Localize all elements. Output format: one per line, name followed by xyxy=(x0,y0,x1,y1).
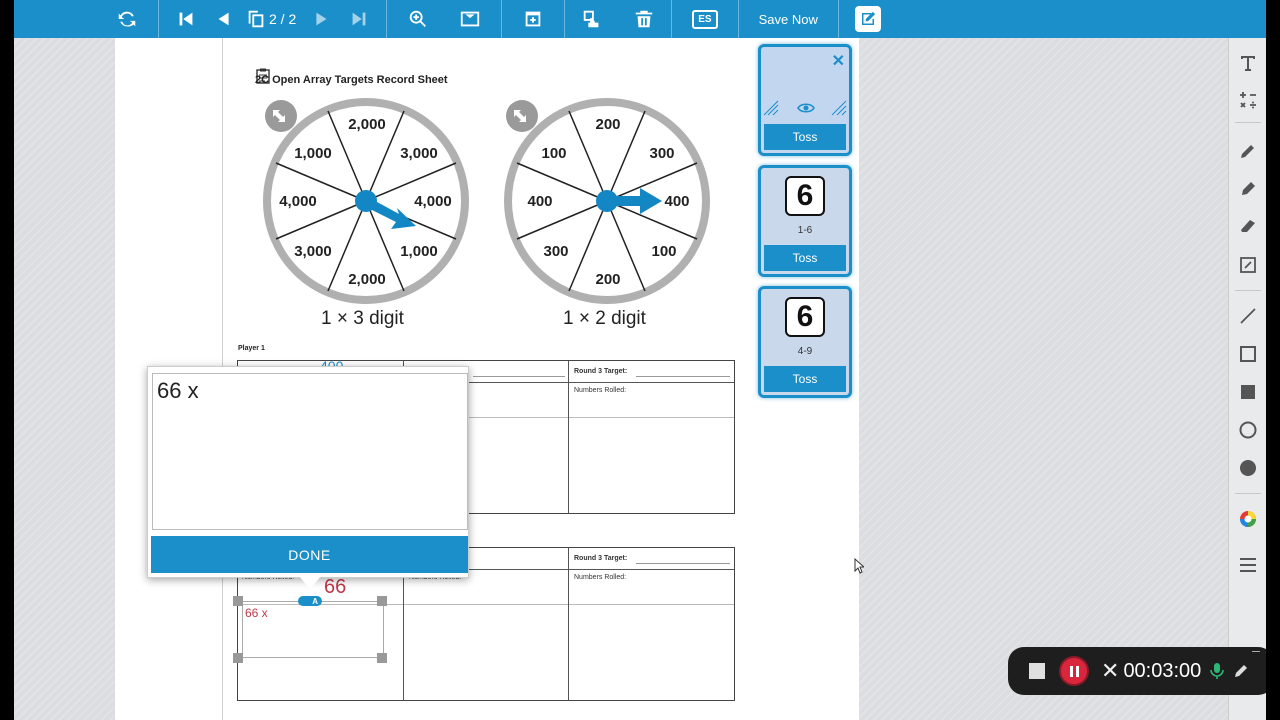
mouse-cursor-icon xyxy=(854,558,864,574)
page-nav-group: 2 / 2 xyxy=(159,0,388,38)
cancel-recording-icon[interactable]: ✕ xyxy=(1101,658,1119,684)
last-page-icon[interactable] xyxy=(340,0,378,38)
spinner-2-two-digit[interactable]: 200 300 400 100 200 300 400 100 xyxy=(502,96,712,306)
spinner-1-label: 1 × 3 digit xyxy=(321,308,404,329)
duplicate-icon[interactable] xyxy=(573,0,611,38)
line-tool-icon[interactable] xyxy=(1229,301,1266,331)
numbers-rolled-label: Numbers Rolled: xyxy=(574,387,627,394)
die-range-label: 4-9 xyxy=(797,346,813,357)
refresh-group xyxy=(14,0,159,38)
note-tool-icon[interactable] xyxy=(1229,250,1266,280)
annotation-badge-letter: A xyxy=(312,596,318,606)
resize-handle[interactable] xyxy=(377,596,387,606)
circle-outline-tool-icon[interactable] xyxy=(1229,415,1266,445)
spinner1-value: 2,000 xyxy=(348,116,386,133)
spinner-card[interactable]: ✕ Toss xyxy=(758,44,852,156)
rectangle-outline-tool-icon[interactable] xyxy=(1229,339,1266,369)
annotation-badge[interactable]: A xyxy=(298,596,322,606)
player-label: Player 1 xyxy=(238,345,265,352)
highlighter-tool-icon[interactable] xyxy=(1229,173,1266,203)
spinner2-value: 300 xyxy=(543,243,568,260)
die-face: 6 xyxy=(785,297,825,337)
dice-side-panel: ✕ Toss 6 1-6 Toss 6 4-9 Toss xyxy=(751,38,859,720)
language-button[interactable]: ES xyxy=(692,9,718,29)
arrange-group xyxy=(565,0,673,38)
spinner1-value: 3,000 xyxy=(400,145,438,162)
popup-text-field[interactable]: 66 x xyxy=(152,373,468,530)
spinner-1-three-digit[interactable]: 2,000 3,000 4,000 1,000 2,000 3,000 4,00… xyxy=(261,96,471,306)
annotation-number: 66 xyxy=(324,576,347,598)
drawing-toolbar xyxy=(1228,38,1266,720)
die-range-label: 1-6 xyxy=(797,225,813,236)
spinner1-value: 3,000 xyxy=(294,243,332,260)
circle-filled-tool-icon[interactable] xyxy=(1229,453,1266,483)
spinner2-value: 200 xyxy=(595,271,620,288)
spinner1-value: 4,000 xyxy=(414,193,452,210)
resize-handle[interactable] xyxy=(233,653,243,663)
stop-recording-icon[interactable] xyxy=(1029,663,1045,679)
text-entry-popup: 66 x DONE xyxy=(147,366,469,589)
toss-button[interactable]: Toss xyxy=(764,245,846,271)
spinner2-value: 100 xyxy=(651,243,676,260)
done-button[interactable]: DONE xyxy=(151,536,468,573)
resize-handle[interactable] xyxy=(233,596,243,606)
annotation-text[interactable]: 66 x xyxy=(245,606,268,620)
prev-page-icon[interactable] xyxy=(205,0,243,38)
spinner2-value: 100 xyxy=(541,145,566,162)
spinner2-value: 300 xyxy=(649,145,674,162)
close-icon[interactable]: ✕ xyxy=(832,51,845,71)
spinner2-value: 200 xyxy=(595,116,620,133)
pause-recording-icon[interactable] xyxy=(1059,656,1089,686)
spinner1-value: 1,000 xyxy=(400,243,438,260)
die-face: 6 xyxy=(785,176,825,216)
text-tool-icon[interactable] xyxy=(1229,48,1266,78)
first-page-icon[interactable] xyxy=(167,0,205,38)
refresh-icon[interactable] xyxy=(108,0,146,38)
microphone-icon[interactable] xyxy=(1209,662,1225,680)
add-page-icon[interactable] xyxy=(514,0,552,38)
fit-page-icon[interactable] xyxy=(451,0,489,38)
die-card-1-6[interactable]: 6 1-6 Toss xyxy=(758,165,852,277)
menu-icon[interactable] xyxy=(1229,550,1266,580)
pen-tool-icon[interactable] xyxy=(1229,136,1266,166)
minimize-recorder-icon[interactable] xyxy=(1252,651,1260,652)
spinner1-value: 2,000 xyxy=(348,271,386,288)
save-now-button[interactable]: Save Now xyxy=(739,12,838,27)
insert-group xyxy=(502,0,566,38)
zoom-group xyxy=(387,0,503,38)
round3-target-label: Round 3 Target: xyxy=(574,555,628,562)
next-page-icon[interactable] xyxy=(302,0,340,38)
spinner-2-label: 1 × 2 digit xyxy=(563,308,646,329)
page-indicator: 2 / 2 xyxy=(269,11,297,27)
zoom-in-icon[interactable] xyxy=(399,0,437,38)
numbers-rolled-label: Numbers Rolled: xyxy=(574,574,627,581)
top-toolbar: 2 / 2 ES Save Now xyxy=(14,0,1266,38)
color-palette-icon[interactable] xyxy=(1229,504,1266,534)
popup-pointer xyxy=(298,575,322,589)
eraser-tool-icon[interactable] xyxy=(1229,210,1266,240)
spinner1-value: 4,000 xyxy=(279,193,317,210)
round3-target-label: Round 3 Target: xyxy=(574,368,628,375)
trash-icon[interactable] xyxy=(625,0,663,38)
recording-timer: 00:03:00 xyxy=(1123,659,1202,682)
spinner1-value: 1,000 xyxy=(294,145,332,162)
screen-recorder-bar: ✕ 00:03:00 xyxy=(1008,647,1266,695)
document-title: 2C Open Array Targets Record Sheet xyxy=(255,74,448,86)
pen-annotate-icon[interactable] xyxy=(1233,663,1249,679)
toss-button[interactable]: Toss xyxy=(764,366,846,392)
math-symbols-icon[interactable] xyxy=(1229,85,1266,115)
toss-button[interactable]: Toss xyxy=(764,124,846,150)
pages-icon[interactable] xyxy=(243,0,269,38)
edit-sheet-icon[interactable] xyxy=(849,0,887,38)
save-group: Save Now xyxy=(739,0,839,38)
die-card-4-9[interactable]: 6 4-9 Toss xyxy=(758,286,852,398)
app-window: 2 / 2 ES Save Now 2C Open Array Targets … xyxy=(14,0,1266,720)
rectangle-filled-tool-icon[interactable] xyxy=(1229,377,1266,407)
spinner2-value: 400 xyxy=(664,193,689,210)
spinner2-value: 400 xyxy=(527,193,552,210)
language-group: ES xyxy=(672,0,739,38)
corner-stripes-icon xyxy=(763,100,847,116)
resize-handle[interactable] xyxy=(377,653,387,663)
